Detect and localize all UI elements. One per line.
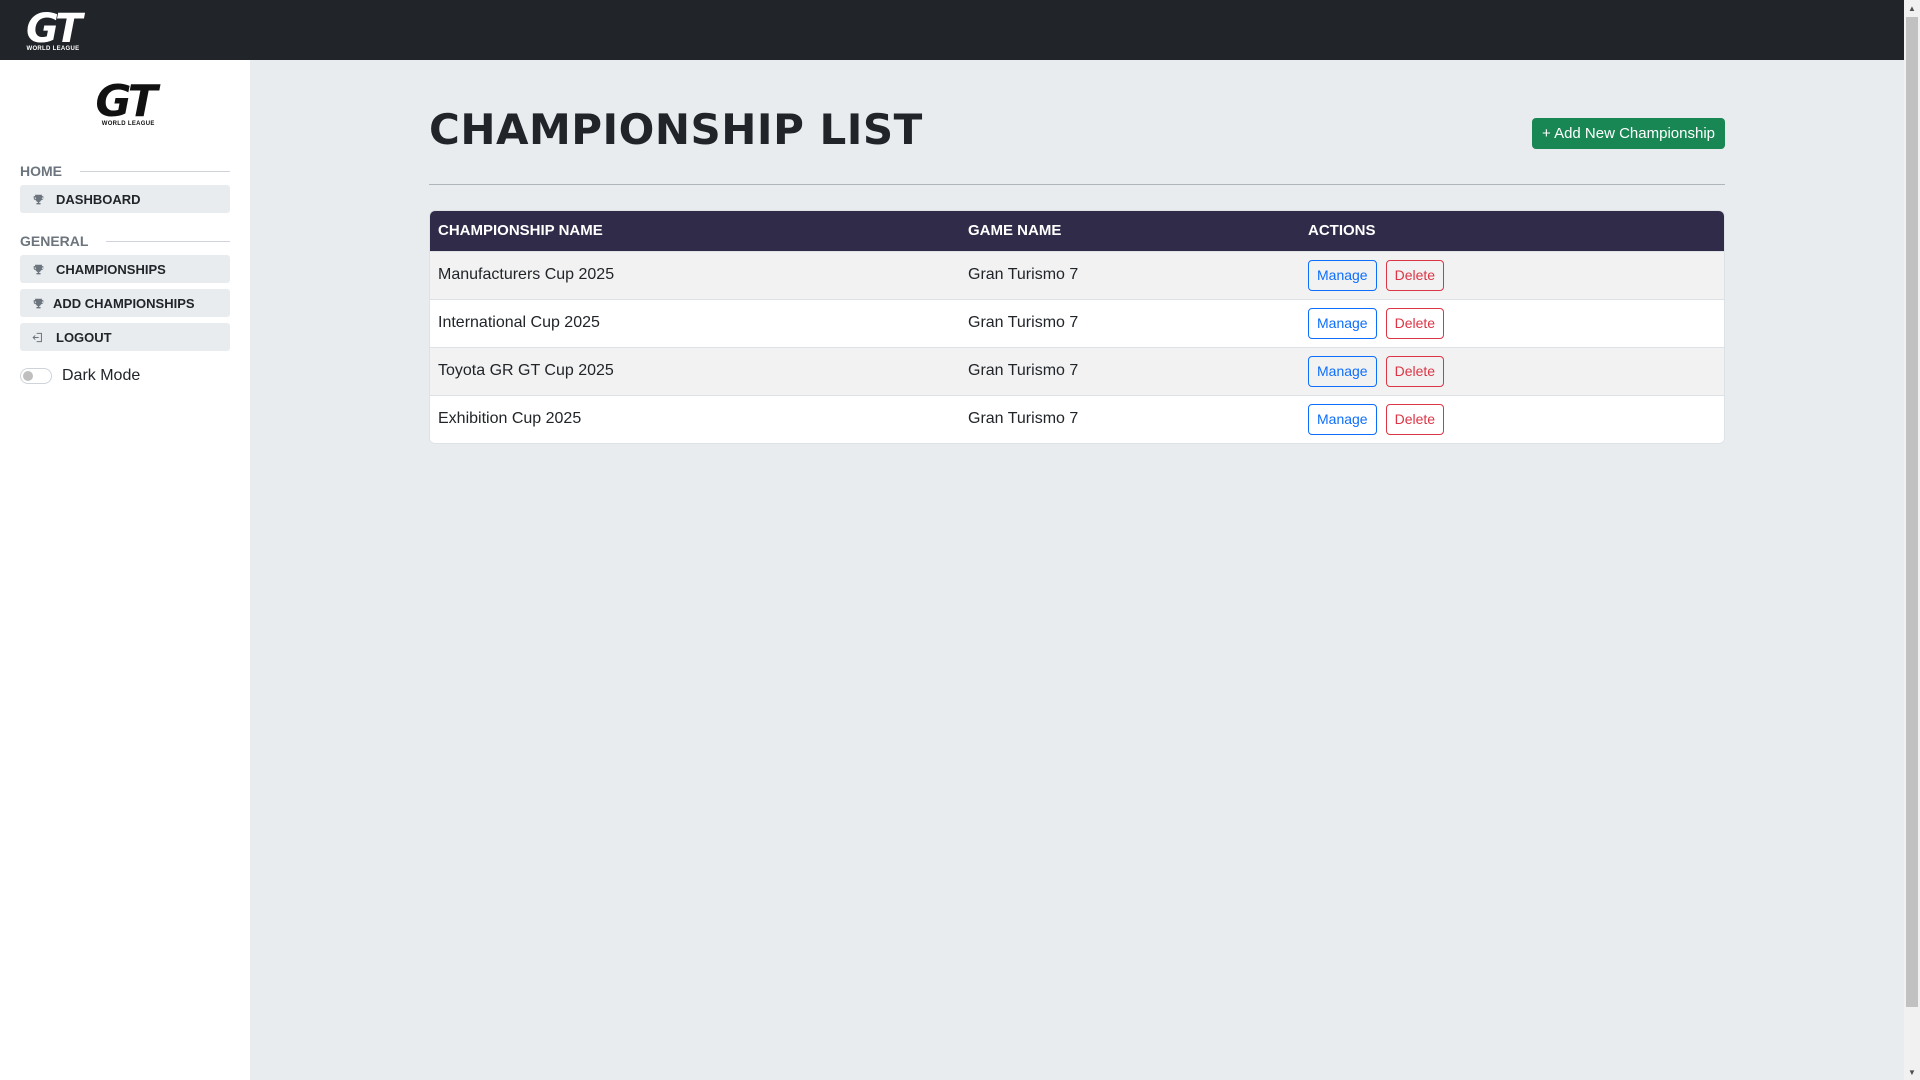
logo-text: GT bbox=[26, 5, 82, 52]
delete-button[interactable]: Delete bbox=[1385, 259, 1445, 291]
sidebar-item-logout[interactable]: LOGOUT bbox=[20, 323, 230, 351]
logout-icon bbox=[30, 332, 46, 343]
sidebar-logo-text: GT bbox=[95, 76, 157, 127]
championship-name-cell: Exhibition Cup 2025 bbox=[430, 394, 960, 443]
table-row: Manufacturers Cup 2025 Gran Turismo 7 Ma… bbox=[430, 250, 1724, 299]
scrollbar-thumb[interactable] bbox=[1906, 17, 1918, 1007]
sidebar-logo[interactable]: GT WORLD LEAGUE bbox=[20, 76, 230, 128]
sidebar-item-label: LOGOUT bbox=[56, 329, 112, 345]
delete-button[interactable]: Delete bbox=[1385, 355, 1445, 387]
trophy-icon bbox=[30, 298, 46, 309]
table-row: International Cup 2025 Gran Turismo 7 Ma… bbox=[430, 298, 1724, 347]
actions-cell: Manage Delete bbox=[1300, 346, 1724, 395]
logo-subtext: WORLD LEAGUE bbox=[26, 45, 80, 52]
game-name-cell: Gran Turismo 7 bbox=[960, 346, 1300, 395]
actions-cell: Manage Delete bbox=[1300, 250, 1724, 299]
championship-name-cell: Toyota GR GT Cup 2025 bbox=[430, 346, 960, 395]
trophy-icon bbox=[30, 194, 46, 205]
game-name-cell: Gran Turismo 7 bbox=[960, 394, 1300, 443]
championship-name-cell: International Cup 2025 bbox=[430, 298, 960, 347]
sidebar-item-championships[interactable]: CHAMPIONSHIPS bbox=[20, 255, 230, 283]
page-scrollbar[interactable]: ▲ ▼ bbox=[1904, 0, 1920, 1080]
trophy-icon bbox=[30, 264, 46, 275]
dark-mode-label: Dark Mode bbox=[62, 367, 141, 384]
column-header-game-name: GAME NAME bbox=[968, 222, 1062, 240]
divider bbox=[429, 184, 1725, 185]
top-navbar: GT WORLD LEAGUE bbox=[0, 0, 1904, 60]
column-header-championship-name: CHAMPIONSHIP NAME bbox=[438, 222, 603, 240]
column-header-actions: ACTIONS bbox=[1308, 222, 1376, 240]
delete-button[interactable]: Delete bbox=[1385, 403, 1445, 435]
sidebar-item-dashboard[interactable]: DASHBOARD bbox=[20, 185, 230, 213]
manage-button[interactable]: Manage bbox=[1308, 355, 1377, 387]
sidebar-item-label: ADD CHAMPIONSHIPS bbox=[53, 295, 195, 311]
sidebar-item-add-championships[interactable]: ADD CHAMPIONSHIPS bbox=[20, 289, 230, 317]
actions-cell: Manage Delete bbox=[1300, 298, 1724, 347]
championship-name-cell: Manufacturers Cup 2025 bbox=[430, 250, 960, 299]
dark-mode-row: Dark Mode bbox=[20, 367, 230, 385]
manage-button[interactable]: Manage bbox=[1308, 403, 1377, 435]
manage-button[interactable]: Manage bbox=[1308, 307, 1377, 339]
delete-button[interactable]: Delete bbox=[1385, 307, 1445, 339]
sidebar-item-label: DASHBOARD bbox=[56, 191, 141, 207]
scroll-up-arrow-icon[interactable]: ▲ bbox=[1904, 0, 1920, 16]
sidebar-item-label: CHAMPIONSHIPS bbox=[56, 261, 166, 277]
page-title: CHAMPIONSHIP LIST bbox=[429, 105, 923, 154]
add-championship-button[interactable]: + Add New Championship bbox=[1531, 118, 1725, 149]
app-logo[interactable]: GT WORLD LEAGUE bbox=[26, 5, 82, 52]
actions-cell: Manage Delete bbox=[1300, 394, 1724, 443]
sidebar-logo-subtext: WORLD LEAGUE bbox=[101, 121, 155, 127]
table-row: Toyota GR GT Cup 2025 Gran Turismo 7 Man… bbox=[430, 346, 1724, 395]
sidebar: GT WORLD LEAGUE HOME DASHBOARD GENERAL C… bbox=[0, 60, 250, 1080]
championship-table: CHAMPIONSHIP NAME GAME NAME ACTIONS Manu… bbox=[429, 210, 1725, 444]
table-row: Exhibition Cup 2025 Gran Turismo 7 Manag… bbox=[430, 394, 1724, 443]
section-heading-general: GENERAL bbox=[20, 233, 230, 249]
game-name-cell: Gran Turismo 7 bbox=[960, 298, 1300, 347]
dark-mode-toggle[interactable] bbox=[20, 368, 52, 384]
section-heading-home: HOME bbox=[20, 163, 230, 179]
game-name-cell: Gran Turismo 7 bbox=[960, 250, 1300, 299]
manage-button[interactable]: Manage bbox=[1308, 259, 1377, 291]
table-header-row: CHAMPIONSHIP NAME GAME NAME ACTIONS bbox=[430, 211, 1724, 251]
scroll-down-arrow-icon[interactable]: ▼ bbox=[1904, 1064, 1920, 1080]
